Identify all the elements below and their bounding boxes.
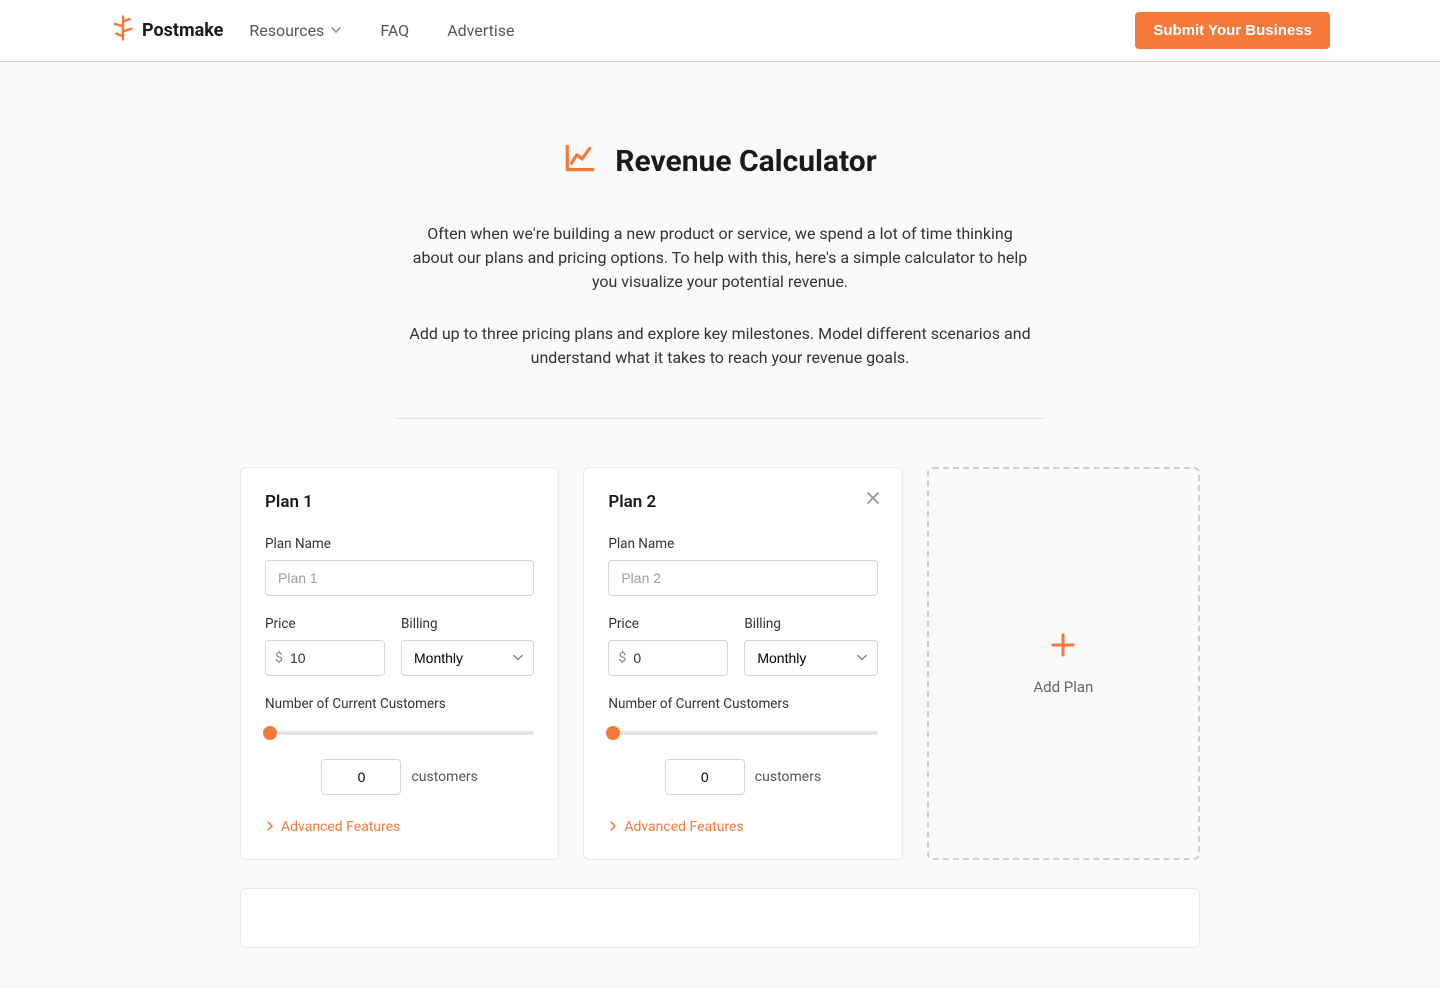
- chart-line-icon: [563, 142, 597, 180]
- plan-card-2: Plan 2 Plan Name Price $ Billing: [583, 467, 902, 860]
- plans-row: Plan 1 Plan Name Price $ Billing: [240, 467, 1200, 860]
- currency-symbol: $: [618, 650, 626, 666]
- brand-name: Postmake: [142, 20, 223, 41]
- nav-faq-label: FAQ: [380, 21, 409, 40]
- hero-paragraph-2: Add up to three pricing plans and explor…: [405, 322, 1035, 370]
- price-label: Price: [608, 616, 728, 632]
- billing-select[interactable]: [401, 640, 534, 676]
- nav-resources[interactable]: Resources: [249, 21, 342, 40]
- close-icon: [866, 490, 880, 509]
- add-plan-label: Add Plan: [1033, 678, 1093, 696]
- billing-label: Billing: [744, 616, 877, 632]
- customers-label: Number of Current Customers: [265, 696, 534, 712]
- main-nav: Resources FAQ Advertise: [249, 21, 514, 40]
- advanced-features-label: Advanced Features: [281, 819, 400, 835]
- customers-slider[interactable]: [608, 731, 877, 735]
- advanced-features-toggle[interactable]: Advanced Features: [265, 819, 534, 835]
- hero: Revenue Calculator Often when we're buil…: [210, 62, 1230, 419]
- chevron-right-icon: [608, 819, 618, 835]
- price-input[interactable]: [608, 640, 728, 676]
- billing-select[interactable]: [744, 640, 877, 676]
- add-plan-button[interactable]: Add Plan: [927, 467, 1200, 860]
- page-title-row: Revenue Calculator: [210, 142, 1230, 180]
- nav-advertise[interactable]: Advertise: [447, 21, 514, 40]
- plus-icon: [1050, 632, 1076, 662]
- plan-card-title: Plan 1: [265, 492, 534, 512]
- nav-faq[interactable]: FAQ: [380, 21, 409, 40]
- plan-card-1: Plan 1 Plan Name Price $ Billing: [240, 467, 559, 860]
- logo-icon: [110, 15, 136, 46]
- customers-suffix: customers: [755, 769, 821, 785]
- plan-card-title: Plan 2: [608, 492, 877, 512]
- plan-name-label: Plan Name: [608, 536, 877, 552]
- submit-business-button[interactable]: Submit Your Business: [1135, 12, 1330, 49]
- divider: [395, 418, 1045, 419]
- customers-slider[interactable]: [265, 731, 534, 735]
- plan-name-input[interactable]: [265, 560, 534, 596]
- customers-count-input[interactable]: [665, 759, 745, 795]
- currency-symbol: $: [275, 650, 283, 666]
- plan-name-label: Plan Name: [265, 536, 534, 552]
- hero-paragraph-1: Often when we're building a new product …: [405, 222, 1035, 294]
- billing-label: Billing: [401, 616, 534, 632]
- customers-label: Number of Current Customers: [608, 696, 877, 712]
- brand-logo[interactable]: Postmake: [110, 15, 223, 46]
- close-plan-button[interactable]: [866, 490, 880, 509]
- customers-suffix: customers: [411, 769, 477, 785]
- nav-advertise-label: Advertise: [447, 21, 514, 40]
- customers-count-input[interactable]: [321, 759, 401, 795]
- chevron-down-icon: [330, 21, 342, 40]
- page-title: Revenue Calculator: [615, 144, 876, 179]
- results-panel: [240, 888, 1200, 948]
- header: Postmake Resources FAQ Advertise Submit …: [0, 0, 1440, 62]
- price-input[interactable]: [265, 640, 385, 676]
- advanced-features-label: Advanced Features: [624, 819, 743, 835]
- chevron-right-icon: [265, 819, 275, 835]
- nav-resources-label: Resources: [249, 21, 324, 40]
- price-label: Price: [265, 616, 385, 632]
- advanced-features-toggle[interactable]: Advanced Features: [608, 819, 877, 835]
- plan-name-input[interactable]: [608, 560, 877, 596]
